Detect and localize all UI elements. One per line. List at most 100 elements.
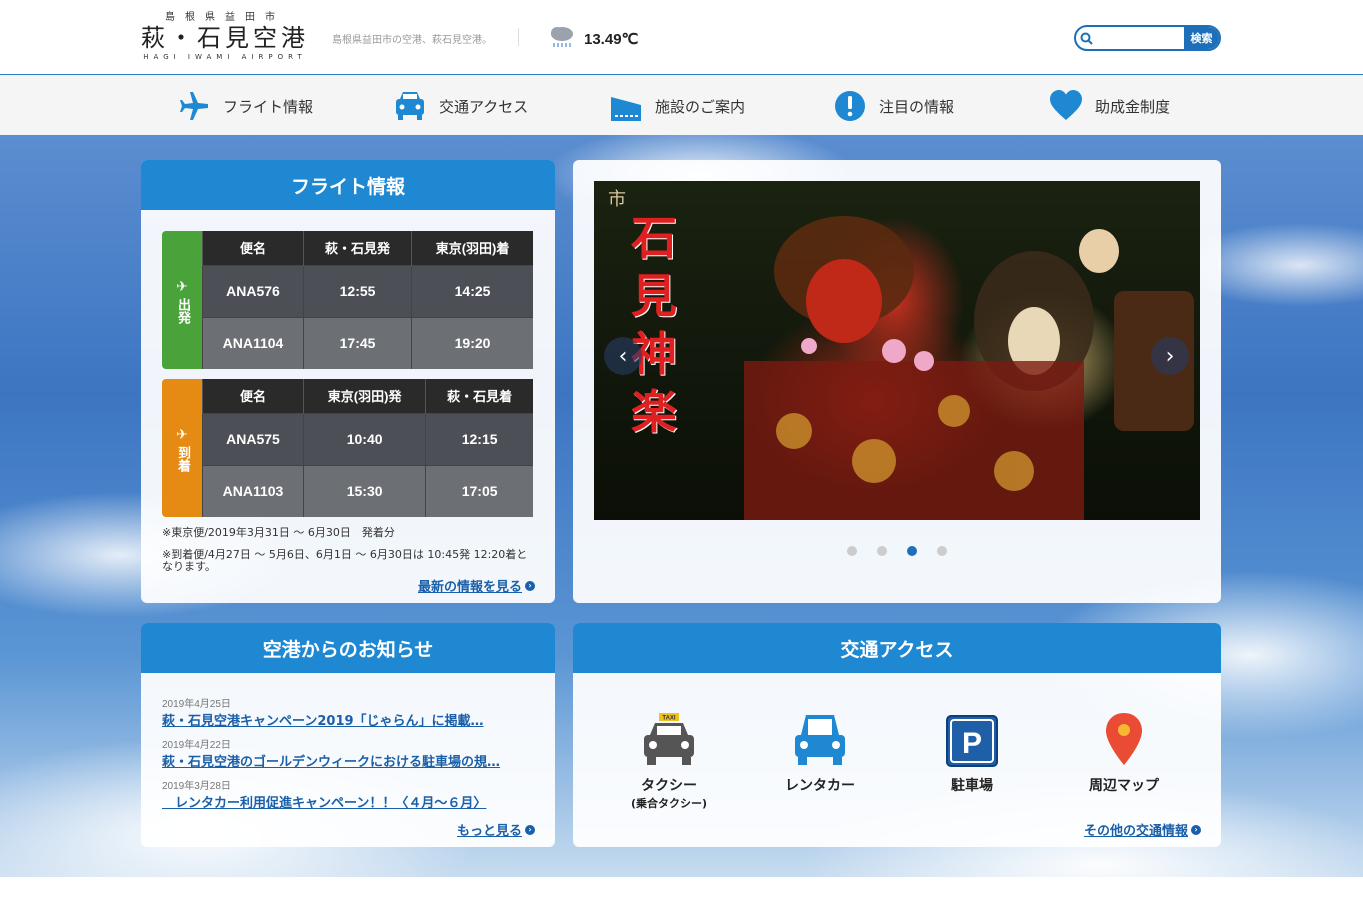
slider-dot[interactable] xyxy=(877,546,887,556)
more-news-link[interactable]: もっと見る › xyxy=(457,820,535,839)
access-item-map[interactable]: 周辺マップ xyxy=(1064,711,1184,795)
flight-note-1: ※東京便/2019年3月31日 〜 6月30日 発着分 xyxy=(162,526,395,539)
exclamation-icon xyxy=(833,89,867,123)
departure-label: ✈ 出発 xyxy=(162,231,202,369)
nav-item-featured[interactable]: 注目の情報 xyxy=(833,89,954,123)
slider-dot[interactable] xyxy=(847,546,857,556)
site-logo[interactable]: 島根県益田市 萩・石見空港 HAGI IWAMI AIRPORT xyxy=(140,8,310,61)
access-item-rental-car[interactable]: レンタカー xyxy=(760,711,880,795)
nav-label: 施設のご案内 xyxy=(655,97,746,116)
arrival-time: 12:15 xyxy=(425,412,533,465)
news-title-link[interactable]: 萩・石見空港キャンペーン2019「じゃらん」に掲載… xyxy=(162,710,532,729)
col-header: 東京(羽田)着 xyxy=(411,231,533,265)
airplane-icon xyxy=(177,89,211,123)
rain-cloud-icon xyxy=(548,24,576,54)
slide-image-kagura[interactable]: 市 石見神楽 xyxy=(594,181,1200,520)
col-header: 便名 xyxy=(202,379,304,413)
arrival-label: ✈ 到着 xyxy=(162,379,202,517)
slider-prev-button[interactable]: ‹ xyxy=(604,337,642,375)
access-label: 周辺マップ xyxy=(1089,778,1159,794)
arrival-time: 14:25 xyxy=(411,264,533,317)
news-item: 2019年4月25日 萩・石見空港キャンペーン2019「じゃらん」に掲載… xyxy=(162,695,532,729)
chevron-right-icon: › xyxy=(525,824,535,835)
logo-name: 萩・石見空港 xyxy=(141,24,309,52)
takeoff-icon: ✈ xyxy=(176,279,188,295)
news-date: 2019年4月25日 xyxy=(162,699,231,710)
transport-access-panel: 交通アクセス TAXI タクシー (乗合タクシー) レンタカー P 駐車場 周辺… xyxy=(573,623,1221,847)
chevron-right-icon: › xyxy=(525,580,535,591)
nav-label: フライト情報 xyxy=(223,97,314,116)
arrival-time: 17:05 xyxy=(425,464,533,517)
news-title-link[interactable]: 萩・石見空港のゴールデンウィークにおける駐車場の規… xyxy=(162,751,532,770)
site-tagline: 島根県益田市の空港、萩石見空港。 xyxy=(332,35,492,46)
col-header: 萩・石見着 xyxy=(425,379,533,413)
flight-note-2: ※到着便/4月27日 〜 5月6日、6月1日 〜 6月30日は 10:45発 1… xyxy=(162,548,528,573)
table-row: ANA575 10:40 12:15 xyxy=(202,412,533,465)
slider-next-button[interactable]: › xyxy=(1151,337,1189,375)
taxi-icon: TAXI xyxy=(609,711,729,767)
logo-prefecture: 島根県益田市 xyxy=(165,12,285,23)
arrival-table: ✈ 到着 便名 東京(羽田)発 萩・石見着 ANA575 10:40 12:15… xyxy=(162,379,533,517)
kagura-illustration xyxy=(744,216,1194,520)
access-sublabel: (乗合タクシー) xyxy=(630,797,708,810)
footer-strip xyxy=(0,877,1363,908)
access-item-parking[interactable]: P 駐車場 xyxy=(912,711,1032,795)
link-label: その他の交通情報 xyxy=(1083,824,1188,839)
news-date: 2019年4月22日 xyxy=(162,740,231,751)
access-item-taxi[interactable]: TAXI タクシー (乗合タクシー) xyxy=(609,711,729,811)
latest-info-link[interactable]: 最新の情報を見る › xyxy=(418,576,535,595)
nav-item-access[interactable]: 交通アクセス xyxy=(393,89,528,123)
col-header: 萩・石見発 xyxy=(302,231,412,265)
search-button[interactable]: 検索 xyxy=(1184,27,1219,49)
flight-number: ANA1104 xyxy=(202,316,304,369)
flight-number: ANA576 xyxy=(202,264,304,317)
departure-side-text: 出発 xyxy=(175,298,190,324)
news-title-link[interactable]: レンタカー利用促進キャンペーン！！〈４月～６月〉 xyxy=(162,792,532,811)
search-input[interactable] xyxy=(1096,27,1184,49)
panel-title: 空港からのお知らせ xyxy=(141,623,555,673)
slider-dot-active[interactable] xyxy=(907,546,917,556)
nav-item-facilities[interactable]: 施設のご案内 xyxy=(609,89,745,123)
heart-icon xyxy=(1049,89,1083,123)
table-row: ANA576 12:55 14:25 xyxy=(202,264,533,317)
search-icon xyxy=(1076,27,1096,49)
col-header: 東京(羽田)発 xyxy=(302,379,426,413)
link-label: 最新の情報を見る xyxy=(417,580,522,595)
flight-number: ANA575 xyxy=(202,412,304,465)
nav-label: 注目の情報 xyxy=(879,97,955,116)
news-date: 2019年3月28日 xyxy=(162,781,231,792)
access-label: 駐車場 xyxy=(951,778,993,794)
col-header: 便名 xyxy=(202,231,304,265)
nav-item-subsidy[interactable]: 助成金制度 xyxy=(1049,89,1170,123)
flight-info-panel: フライト情報 ✈ 出発 便名 萩・石見発 東京(羽田)着 ANA576 12:5… xyxy=(141,160,555,603)
arrival-side-text: 到着 xyxy=(175,446,190,472)
main-nav: フライト情報 交通アクセス 施設のご案内 注目の情報 助成金制度 xyxy=(0,75,1363,135)
table-row: ANA1103 15:30 17:05 xyxy=(202,464,533,517)
arrival-time: 19:20 xyxy=(411,316,533,369)
news-item: 2019年4月22日 萩・石見空港のゴールデンウィークにおける駐車場の規… xyxy=(162,736,532,770)
building-icon xyxy=(609,89,643,123)
nav-item-flight[interactable]: フライト情報 xyxy=(177,89,313,123)
slider-dot[interactable] xyxy=(937,546,947,556)
flight-number: ANA1103 xyxy=(202,464,304,517)
table-row: ANA1104 17:45 19:20 xyxy=(202,316,533,369)
departure-table: ✈ 出発 便名 萩・石見発 東京(羽田)着 ANA576 12:55 14:25… xyxy=(162,231,533,369)
slider-dots xyxy=(573,546,1221,556)
panel-title: フライト情報 xyxy=(141,160,555,210)
departure-time: 15:30 xyxy=(302,464,426,517)
header-divider xyxy=(518,28,519,46)
access-label: レンタカー xyxy=(785,778,855,794)
airport-news-panel: 空港からのお知らせ 2019年4月25日 萩・石見空港キャンペーン2019「じゃ… xyxy=(141,623,555,847)
nav-label: 交通アクセス xyxy=(439,97,529,116)
chevron-right-icon: › xyxy=(1191,824,1201,835)
departure-time: 10:40 xyxy=(302,412,426,465)
nav-label: 助成金制度 xyxy=(1095,97,1171,116)
more-transport-link[interactable]: その他の交通情報 › xyxy=(1084,820,1201,839)
panel-title: 交通アクセス xyxy=(573,623,1221,673)
weather-widget: 13.49℃ xyxy=(548,24,638,54)
parking-icon: P xyxy=(912,711,1032,767)
parking-letter: P xyxy=(962,727,982,760)
image-slider: 市 石見神楽 ‹ › xyxy=(573,160,1221,603)
logo-english: HAGI IWAMI AIRPORT xyxy=(143,53,307,61)
search-bar: 検索 xyxy=(1074,25,1221,51)
